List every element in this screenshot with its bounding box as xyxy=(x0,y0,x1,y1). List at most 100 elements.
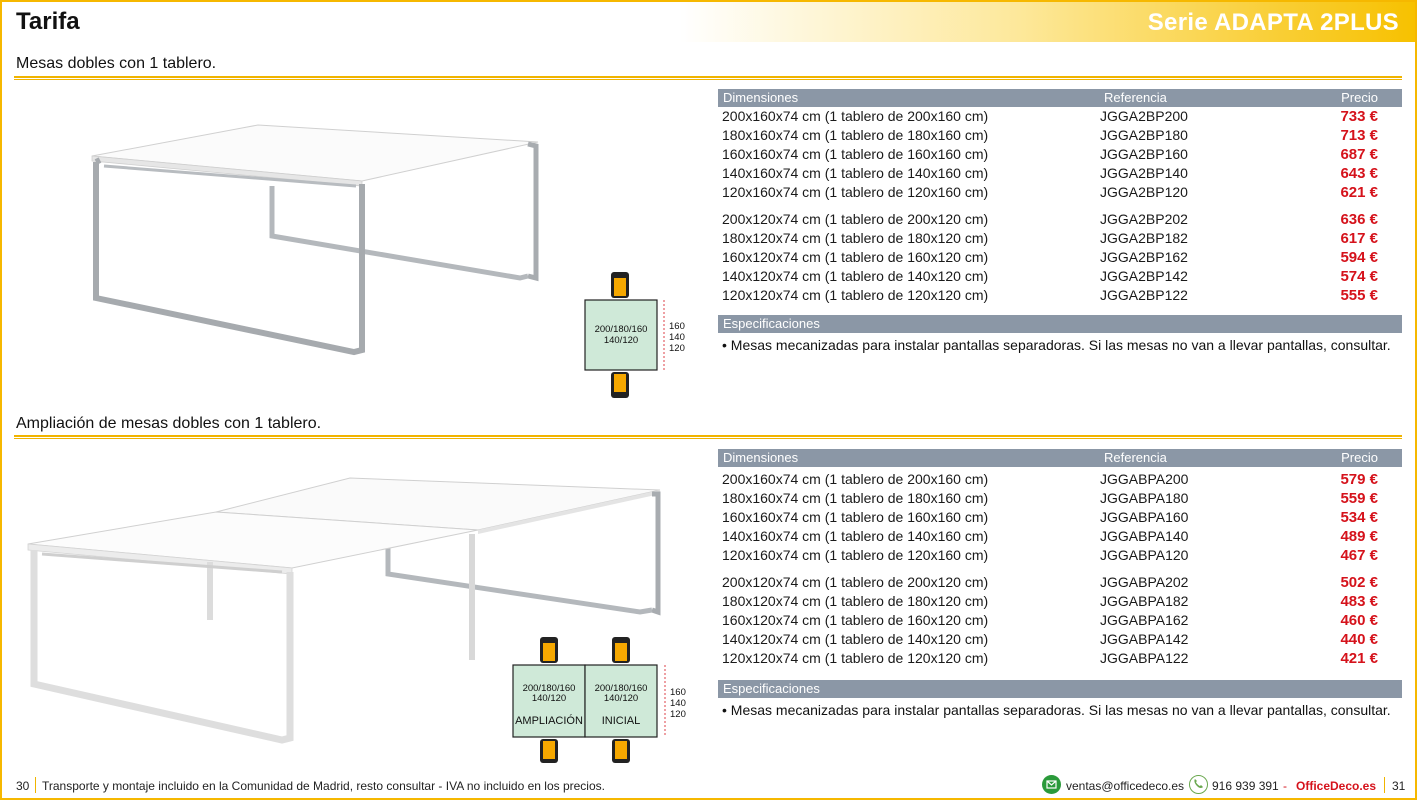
cell-dimensiones: 160x120x74 cm (1 tablero de 160x120 cm) xyxy=(722,249,989,265)
table-row: 200x160x74 cm (1 tablero de 200x160 cm) J… xyxy=(718,107,1402,126)
diagram-depth-label: 140 xyxy=(670,698,686,709)
table-header: Dimensiones Referencia Precio xyxy=(718,89,1402,107)
table-row: 180x160x74 cm (1 tablero de 180x160 cm) J… xyxy=(718,489,1402,508)
cell-dimensiones: 120x160x74 cm (1 tablero de 120x160 cm) xyxy=(722,547,989,563)
cell-referencia: JGGA2BP142 xyxy=(1100,268,1188,284)
cell-referencia: JGGABPA182 xyxy=(1100,593,1189,609)
desk-product-image xyxy=(91,124,539,356)
table-row: 160x160x74 cm (1 tablero de 160x160 cm) J… xyxy=(718,145,1402,164)
table-row: 200x120x74 cm (1 tablero de 200x120 cm) J… xyxy=(718,210,1402,229)
footer-phone-link[interactable]: 916 939 391 xyxy=(1212,779,1279,793)
table-row: 160x120x74 cm (1 tablero de 160x120 cm) J… xyxy=(718,248,1402,267)
cell-referencia: JGGABPA120 xyxy=(1100,547,1189,563)
cell-referencia: JGGABPA122 xyxy=(1100,650,1189,666)
cell-precio: 489 € xyxy=(1340,528,1378,545)
section-title-mesas-dobles: Mesas dobles con 1 tablero. xyxy=(16,55,217,72)
cell-dimensiones: 200x160x74 cm (1 tablero de 200x160 cm) xyxy=(722,108,989,124)
footer-note: Transporte y montaje incluido en la Comu… xyxy=(42,779,605,793)
section-title-ampliacion: Ampliación de mesas dobles con 1 tablero… xyxy=(16,415,322,432)
cell-precio: 440 € xyxy=(1340,631,1378,648)
diagram-ampliacion-label: AMPLIACIÓN xyxy=(515,714,583,727)
cell-precio: 559 € xyxy=(1340,490,1378,507)
table-row: 180x120x74 cm (1 tablero de 180x120 cm) J… xyxy=(718,229,1402,248)
section-divider xyxy=(14,76,1402,80)
cell-referencia: JGGABPA142 xyxy=(1100,631,1189,647)
cell-referencia: JGGA2BP140 xyxy=(1100,165,1188,181)
page-footer: 30 Transporte y montaje incluido en la C… xyxy=(2,772,1415,798)
footer-divider xyxy=(1384,777,1385,793)
spec-header: Especificaciones xyxy=(718,680,1402,698)
cell-precio: 621 € xyxy=(1340,184,1378,201)
cell-referencia: JGGA2BP162 xyxy=(1100,249,1188,265)
cell-dimensiones: 140x120x74 cm (1 tablero de 140x120 cm) xyxy=(722,268,989,284)
diagram-width-label: 140/120 xyxy=(604,335,638,346)
series-title: Serie ADAPTA 2PLUS xyxy=(1147,9,1399,36)
cell-precio: 713 € xyxy=(1340,127,1378,144)
cell-dimensiones: 200x160x74 cm (1 tablero de 200x160 cm) xyxy=(722,471,989,487)
table-row: 140x120x74 cm (1 tablero de 140x120 cm) J… xyxy=(718,630,1402,649)
diagram-width-label: 200/180/160 xyxy=(595,324,648,335)
cell-dimensiones: 160x120x74 cm (1 tablero de 160x120 cm) xyxy=(722,612,989,628)
table-row: 120x160x74 cm (1 tablero de 120x160 cm) J… xyxy=(718,546,1402,565)
diagram-depth-label: 160 xyxy=(669,321,685,332)
layout-diagram-extension: 200/180/160 140/120 200/180/160 140/120 … xyxy=(512,637,686,763)
diagram-depth-label: 160 xyxy=(670,687,686,698)
cell-dimensiones: 180x160x74 cm (1 tablero de 180x160 cm) xyxy=(722,127,989,143)
cell-dimensiones: 180x160x74 cm (1 tablero de 180x160 cm) xyxy=(722,490,989,506)
cell-dimensiones: 120x120x74 cm (1 tablero de 120x120 cm) xyxy=(722,287,989,303)
cell-precio: 643 € xyxy=(1340,165,1378,182)
cell-dimensiones: 140x160x74 cm (1 tablero de 140x160 cm) xyxy=(722,528,989,544)
section-divider xyxy=(14,435,1402,439)
column-header-referencia: Referencia xyxy=(1104,90,1167,105)
cell-dimensiones: 180x120x74 cm (1 tablero de 180x120 cm) xyxy=(722,230,989,246)
column-header-precio: Precio xyxy=(1341,450,1378,465)
table-row: 200x120x74 cm (1 tablero de 200x120 cm) J… xyxy=(718,573,1402,592)
table-row: 160x120x74 cm (1 tablero de 160x120 cm) J… xyxy=(718,611,1402,630)
cell-precio: 421 € xyxy=(1340,650,1378,667)
diagram-depth-label: 120 xyxy=(669,343,685,354)
table-row: 180x160x74 cm (1 tablero de 180x160 cm) J… xyxy=(718,126,1402,145)
table-row: 120x160x74 cm (1 tablero de 120x160 cm) J… xyxy=(718,183,1402,202)
cell-precio: 733 € xyxy=(1340,108,1378,125)
cell-precio: 617 € xyxy=(1340,230,1378,247)
page-title: Tarifa xyxy=(16,8,80,35)
table-row: 180x120x74 cm (1 tablero de 180x120 cm) J… xyxy=(718,592,1402,611)
cell-dimensiones: 180x120x74 cm (1 tablero de 180x120 cm) xyxy=(722,593,989,609)
cell-referencia: JGGABPA160 xyxy=(1100,509,1189,525)
cell-precio: 555 € xyxy=(1340,287,1378,304)
cell-referencia: JGGA2BP180 xyxy=(1100,127,1188,143)
cell-referencia: JGGA2BP160 xyxy=(1100,146,1188,162)
cell-referencia: JGGA2BP202 xyxy=(1100,211,1188,227)
table-row: 140x160x74 cm (1 tablero de 140x160 cm) J… xyxy=(718,527,1402,546)
footer-email-link[interactable]: ventas@officedeco.es xyxy=(1066,779,1184,793)
cell-referencia: JGGA2BP120 xyxy=(1100,184,1188,200)
cell-precio: 594 € xyxy=(1340,249,1378,266)
cell-dimensiones: 120x160x74 cm (1 tablero de 120x160 cm) xyxy=(722,184,989,200)
page-header: Tarifa Serie ADAPTA 2PLUS xyxy=(2,2,1415,42)
price-table-mesas-dobles: Dimensiones Referencia Precio 200x160x74… xyxy=(718,89,1402,305)
cell-dimensiones: 160x160x74 cm (1 tablero de 160x160 cm) xyxy=(722,146,989,162)
cell-referencia: JGGA2BP182 xyxy=(1100,230,1188,246)
cell-precio: 636 € xyxy=(1340,211,1378,228)
layout-diagram-double: 200/180/160 140/120 160 140 120 xyxy=(584,272,685,398)
page-number-left: 30 xyxy=(16,779,30,793)
cell-referencia: JGGABPA140 xyxy=(1100,528,1189,544)
cell-dimensiones: 160x160x74 cm (1 tablero de 160x160 cm) xyxy=(722,509,989,525)
diagram-depth-label: 140 xyxy=(669,332,685,343)
price-table-ampliacion: Dimensiones Referencia Precio 200x160x74… xyxy=(718,449,1402,668)
footer-dash: - xyxy=(1283,779,1287,793)
spec-text: • Mesas mecanizadas para instalar pantal… xyxy=(722,337,1391,353)
cell-referencia: JGGABPA162 xyxy=(1100,612,1189,628)
cell-referencia: JGGABPA200 xyxy=(1100,471,1189,487)
column-header-precio: Precio xyxy=(1341,90,1378,105)
column-header-dimensiones: Dimensiones xyxy=(723,90,799,105)
cell-precio: 460 € xyxy=(1340,612,1378,629)
cell-referencia: JGGA2BP122 xyxy=(1100,287,1188,303)
cell-dimensiones: 120x120x74 cm (1 tablero de 120x120 cm) xyxy=(722,650,989,666)
footer-brand-link[interactable]: OfficeDeco.es xyxy=(1296,779,1376,793)
cell-dimensiones: 200x120x74 cm (1 tablero de 200x120 cm) xyxy=(722,211,989,227)
cell-referencia: JGGABPA180 xyxy=(1100,490,1189,506)
cell-precio: 502 € xyxy=(1340,574,1378,591)
table-row: 140x160x74 cm (1 tablero de 140x160 cm) J… xyxy=(718,164,1402,183)
page-number-right: 31 xyxy=(1392,779,1406,793)
